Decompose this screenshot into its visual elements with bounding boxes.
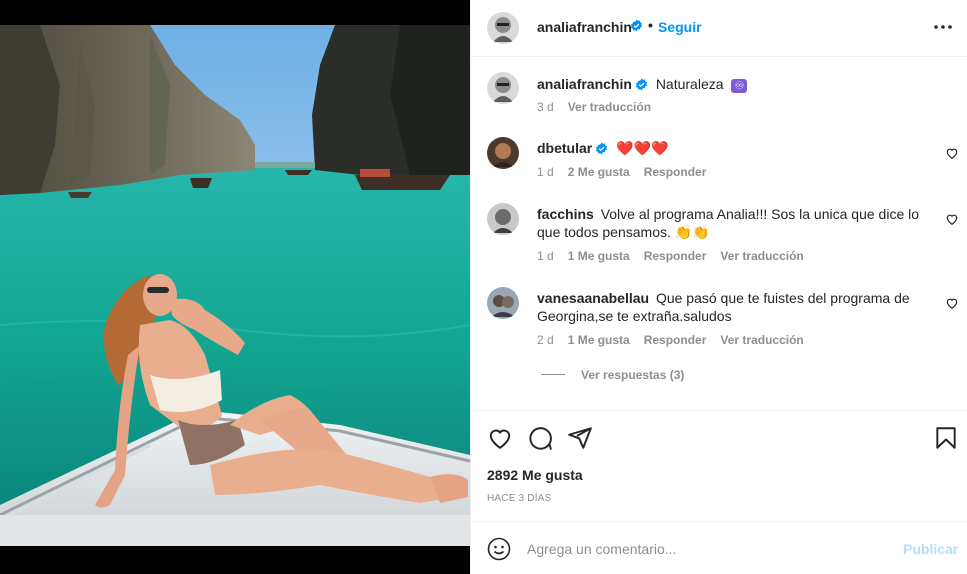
commenter-avatar[interactable] (487, 203, 519, 235)
comment-meta: 2 d 1 Me gusta Responder Ver traducción (537, 333, 818, 347)
add-comment-bar: Agrega un comentario... Publicar (471, 521, 967, 574)
comment-username[interactable]: facchins (537, 206, 594, 222)
comment-time[interactable]: 1 d (537, 165, 554, 179)
comment-meta: 1 d 2 Me gusta Responder (537, 165, 720, 179)
comment-item: vanesaanabellau Que pasó que te fuistes … (487, 287, 959, 357)
heart-icon[interactable] (487, 425, 513, 451)
comment-body: facchins Volve al programa Analia!!! Sos… (537, 205, 937, 241)
post-header: analiafranchin • Seguir (471, 0, 967, 57)
post-media (0, 0, 470, 574)
comment-meta: 1 d 1 Me gusta Responder Ver traducción (537, 249, 818, 263)
commenter-avatar[interactable] (487, 287, 519, 319)
verified-badge-icon (595, 141, 608, 159)
emoji-icon[interactable] (487, 537, 511, 561)
view-replies-button[interactable]: Ver respuestas (3) (541, 368, 684, 382)
comment-body: vanesaanabellau Que pasó que te fuistes … (537, 289, 937, 325)
comments-list: analiafranchin Naturaleza ♾ 3 d Ver tradu… (471, 57, 967, 410)
commenter-avatar[interactable] (487, 137, 519, 169)
caption-username[interactable]: analiafranchin (537, 76, 632, 92)
caption-meta: 3 d Ver traducción (537, 100, 651, 114)
replies-divider (541, 374, 565, 375)
infinity-icon: ♾ (731, 79, 748, 93)
post-actions: 2892 Me gusta HACE 3 DÍAS (471, 410, 967, 520)
publish-button[interactable]: Publicar (903, 541, 958, 557)
author-avatar[interactable] (487, 12, 519, 44)
comment-body: dbetular ❤️❤️❤️ (537, 139, 937, 159)
see-translation-link[interactable]: Ver traducción (720, 333, 803, 347)
reply-button[interactable]: Responder (644, 165, 707, 179)
comment-username[interactable]: dbetular (537, 140, 592, 156)
verified-badge-icon (630, 19, 643, 35)
comment-username[interactable]: vanesaanabellau (537, 290, 649, 306)
caption-body: analiafranchin Naturaleza ♾ (537, 75, 937, 95)
comment-likes[interactable]: 1 Me gusta (568, 333, 630, 347)
comment-text: ❤️❤️❤️ (616, 140, 669, 156)
view-replies-label: Ver respuestas (3) (581, 368, 685, 382)
comment-time[interactable]: 2 d (537, 333, 554, 347)
author-username[interactable]: analiafranchin (537, 19, 632, 35)
see-translation-link[interactable]: Ver traducción (720, 249, 803, 263)
caption-text: Naturaleza (655, 76, 724, 92)
reply-button[interactable]: Responder (644, 333, 707, 347)
comment-likes[interactable]: 1 Me gusta (568, 249, 630, 263)
see-translation-link[interactable]: Ver traducción (568, 100, 651, 114)
more-options-icon[interactable] (933, 18, 953, 36)
follow-button[interactable]: Seguir (658, 19, 702, 35)
caption: analiafranchin Naturaleza ♾ 3 d Ver tradu… (487, 72, 957, 122)
likes-count[interactable]: 2892 Me gusta (487, 467, 583, 483)
caption-time[interactable]: 3 d (537, 100, 554, 114)
comment-item: dbetular ❤️❤️❤️ 1 d 2 Me gusta Responder (487, 137, 959, 187)
comment-item: facchins Volve al programa Analia!!! Sos… (487, 203, 959, 273)
share-icon[interactable] (567, 425, 593, 451)
post-timestamp[interactable]: HACE 3 DÍAS (487, 493, 551, 504)
post-photo[interactable] (0, 25, 470, 546)
comment-text: Volve al programa Analia!!! Sos la unica… (537, 206, 920, 240)
author-avatar[interactable] (487, 72, 519, 104)
reply-button[interactable]: Responder (644, 249, 707, 263)
verified-badge-icon (635, 77, 648, 95)
comment-icon[interactable] (527, 425, 553, 451)
comment-time[interactable]: 1 d (537, 249, 554, 263)
heart-icon[interactable] (945, 146, 959, 160)
heart-icon[interactable] (945, 296, 959, 310)
comment-input[interactable]: Agrega un comentario... (527, 541, 676, 557)
separator-dot: • (648, 17, 653, 33)
bookmark-icon[interactable] (933, 425, 959, 451)
instagram-post-window: analiafranchin • Seguir analiafranchin N… (0, 0, 967, 574)
comment-likes[interactable]: 2 Me gusta (568, 165, 630, 179)
post-details-panel: analiafranchin • Seguir analiafranchin N… (470, 0, 967, 574)
heart-icon[interactable] (945, 212, 959, 226)
